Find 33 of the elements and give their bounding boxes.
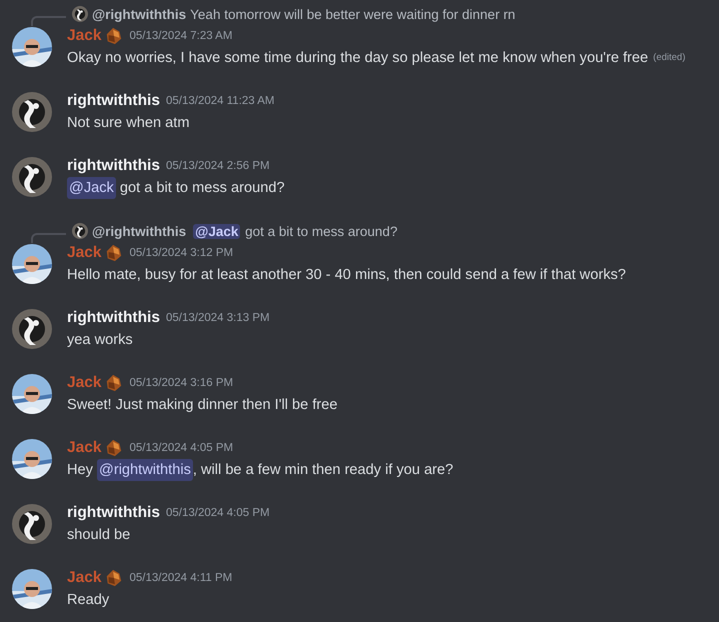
- mention-link[interactable]: @Jack: [193, 224, 240, 238]
- message-text: Okay no worries, I have some time during the day so please let me know when you're free: [67, 49, 648, 68]
- message-text: yea works: [67, 331, 133, 350]
- timestamp: 05/13/2024 3:13 PM: [166, 312, 270, 324]
- message-text: Not sure when atm: [67, 114, 190, 133]
- timestamp: 05/13/2024 4:05 PM: [129, 442, 234, 454]
- reply-author[interactable]: @rightwiththis: [92, 224, 186, 238]
- message-text: , will be a few min then ready if you are?: [192, 461, 454, 480]
- edited-label: (edited): [653, 51, 686, 65]
- message-text: Ready: [67, 591, 110, 610]
- reply-connector: [31, 16, 66, 26]
- message-text: got a bit to mess around?: [244, 224, 398, 238]
- reply-author[interactable]: @rightwiththis: [92, 6, 186, 22]
- message-text: Hey: [67, 461, 94, 480]
- username[interactable]: rightwiththis: [67, 92, 160, 110]
- reply-connector: [31, 233, 66, 243]
- message-text: Sweet! Just making dinner then I'll be free: [67, 396, 338, 415]
- timestamp: 05/13/2024 11:23 AM: [166, 95, 274, 107]
- message-text: got a bit to mess around?: [118, 179, 285, 198]
- message-text: should be: [67, 526, 130, 545]
- timestamp: 05/13/2024 3:12 PM: [129, 247, 234, 259]
- timestamp: 05/13/2024 2:56 PM: [166, 160, 270, 172]
- username[interactable]: rightwiththis: [67, 504, 160, 522]
- username[interactable]: rightwiththis: [67, 309, 160, 327]
- message-text: Hello mate, busy for at least another 30 - 40 mins, then could send a few if that works?: [67, 266, 626, 285]
- message-text: Yeah tomorrow will be better were waiting for dinner rn: [190, 6, 516, 22]
- timestamp: 05/13/2024 3:16 PM: [129, 377, 234, 389]
- timestamp: 05/13/2024 4:11 PM: [129, 572, 232, 584]
- mention-link[interactable]: @rightwiththis: [97, 459, 193, 481]
- mention-link[interactable]: @Jack: [67, 177, 116, 199]
- timestamp: 05/13/2024 7:23 AM: [129, 30, 232, 42]
- timestamp: 05/13/2024 4:05 PM: [166, 507, 270, 519]
- username[interactable]: rightwiththis: [67, 157, 160, 175]
